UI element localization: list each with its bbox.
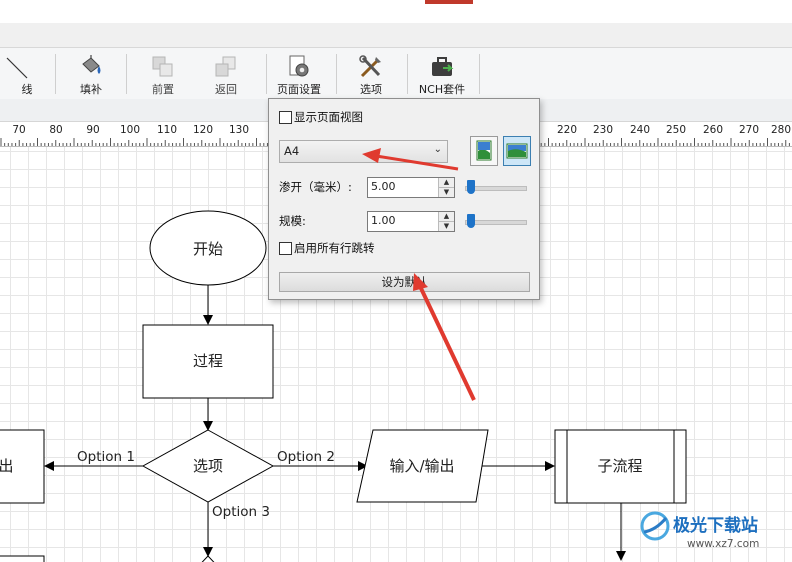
nch-suite-button[interactable]: NCH套件	[414, 48, 470, 100]
chevron-down-icon: ⌄	[433, 144, 442, 155]
send-to-back-icon	[215, 56, 236, 77]
send-back-button[interactable]: 返回	[203, 48, 249, 100]
fill-label: 填补	[80, 83, 102, 96]
scale-spin-buttons[interactable]: ▲ ▼	[438, 212, 454, 231]
bleed-label: 渗开（毫米）:	[279, 180, 352, 194]
line-label: 线	[21, 83, 33, 96]
bottom-left-box-partial[interactable]	[0, 555, 45, 562]
bleed-spin-buttons[interactable]: ▲ ▼	[438, 178, 454, 197]
show-page-view-checkbox[interactable]	[279, 111, 292, 124]
watermark-logo-icon	[640, 511, 670, 541]
scale-slider-thumb[interactable]	[467, 214, 475, 228]
ruler-label: 70	[12, 124, 26, 136]
title-bar	[0, 0, 792, 23]
ruler-label: 110	[156, 124, 178, 136]
bottom-decision-partial[interactable]	[190, 555, 226, 562]
options-label: 选项	[360, 83, 382, 96]
front-label: 前置	[152, 83, 174, 96]
ruler-label: 80	[49, 124, 63, 136]
page-settings-icon	[289, 55, 309, 77]
bring-to-front-icon	[152, 56, 173, 77]
line-jump-checkbox[interactable]	[279, 242, 292, 255]
scale-label: 规模:	[279, 214, 306, 228]
line-button[interactable]: 线	[0, 48, 46, 100]
ruler-label: 250	[665, 124, 687, 136]
landscape-orientation-button[interactable]	[503, 136, 531, 166]
ruler-label: 280	[770, 124, 792, 136]
process-label: 过程	[193, 352, 223, 370]
portrait-orientation-button[interactable]	[470, 136, 498, 166]
toolbox-icon	[432, 57, 454, 76]
paper-size-value: A4	[284, 144, 300, 158]
back-label: 返回	[215, 83, 237, 96]
scale-spinner[interactable]: 1.00 ▲ ▼	[367, 211, 455, 232]
toolbar-separator	[479, 54, 480, 94]
bleed-value: 5.00	[371, 180, 396, 193]
paper-size-select[interactable]: A4 ⌄	[279, 140, 448, 163]
start-label: 开始	[193, 240, 223, 258]
ruler-label: 230	[592, 124, 614, 136]
watermark-url: www.xz7.com	[687, 538, 759, 550]
left-output-label: 出	[0, 457, 14, 475]
decision-label: 选项	[193, 457, 223, 475]
fill-button[interactable]: 填补	[66, 48, 116, 100]
option3-label: Option 3	[212, 504, 270, 520]
ruler-label: 120	[192, 124, 214, 136]
spin-down-icon[interactable]: ▼	[439, 188, 454, 197]
bleed-spinner[interactable]: 5.00 ▲ ▼	[367, 177, 455, 198]
option1-label: Option 1	[77, 449, 135, 465]
page-setup-panel: 显示页面视图 A4 ⌄ 渗开（毫米）: 5.00 ▲ ▼ 规模: 1.00 ▲ …	[268, 98, 540, 300]
ruler-label: 240	[629, 124, 651, 136]
ruler-label: 270	[738, 124, 760, 136]
main-toolbar: 线 填补 前置 返回 页面设置 选项 NCH套件	[0, 47, 792, 101]
portrait-page-icon	[476, 140, 492, 161]
bring-front-button[interactable]: 前置	[140, 48, 186, 100]
landscape-page-icon	[506, 143, 528, 159]
option2-label: Option 2	[277, 449, 335, 465]
ruler-label: 260	[702, 124, 724, 136]
toolbar-separator	[266, 54, 267, 94]
bleed-slider-thumb[interactable]	[467, 180, 475, 194]
line-jump-label: 启用所有行跳转	[294, 241, 375, 255]
toolbar-separator	[126, 54, 127, 94]
ruler-label: 100	[119, 124, 141, 136]
scale-value: 1.00	[371, 214, 396, 227]
toolbar-separator	[336, 54, 337, 94]
watermark: 极光下载站 www.xz7.com	[640, 511, 759, 550]
ruler-label: 90	[86, 124, 100, 136]
watermark-text: 极光下载站	[673, 515, 758, 536]
spin-down-icon[interactable]: ▼	[439, 222, 454, 231]
title-bar-area	[0, 0, 792, 47]
io-label: 输入/输出	[389, 457, 454, 475]
tools-icon	[359, 55, 381, 78]
show-page-view-label: 显示页面视图	[294, 110, 363, 124]
paint-bucket-icon	[82, 55, 101, 74]
options-button[interactable]: 选项	[348, 48, 394, 100]
toolbar-separator	[407, 54, 408, 94]
subprocess-label: 子流程	[597, 457, 642, 475]
page-setup-button[interactable]: 页面设置	[271, 48, 327, 100]
set-default-button[interactable]: 设为默认	[279, 272, 530, 292]
ruler-label: 130	[228, 124, 250, 136]
toolbar-separator	[55, 54, 56, 94]
nch-label: NCH套件	[418, 83, 466, 96]
ruler-label: 220	[556, 124, 578, 136]
page-setup-label: 页面设置	[277, 83, 321, 96]
spin-up-icon[interactable]: ▲	[439, 212, 454, 222]
line-tool-icon	[6, 57, 28, 79]
window-accent	[425, 0, 473, 4]
spin-up-icon[interactable]: ▲	[439, 178, 454, 188]
